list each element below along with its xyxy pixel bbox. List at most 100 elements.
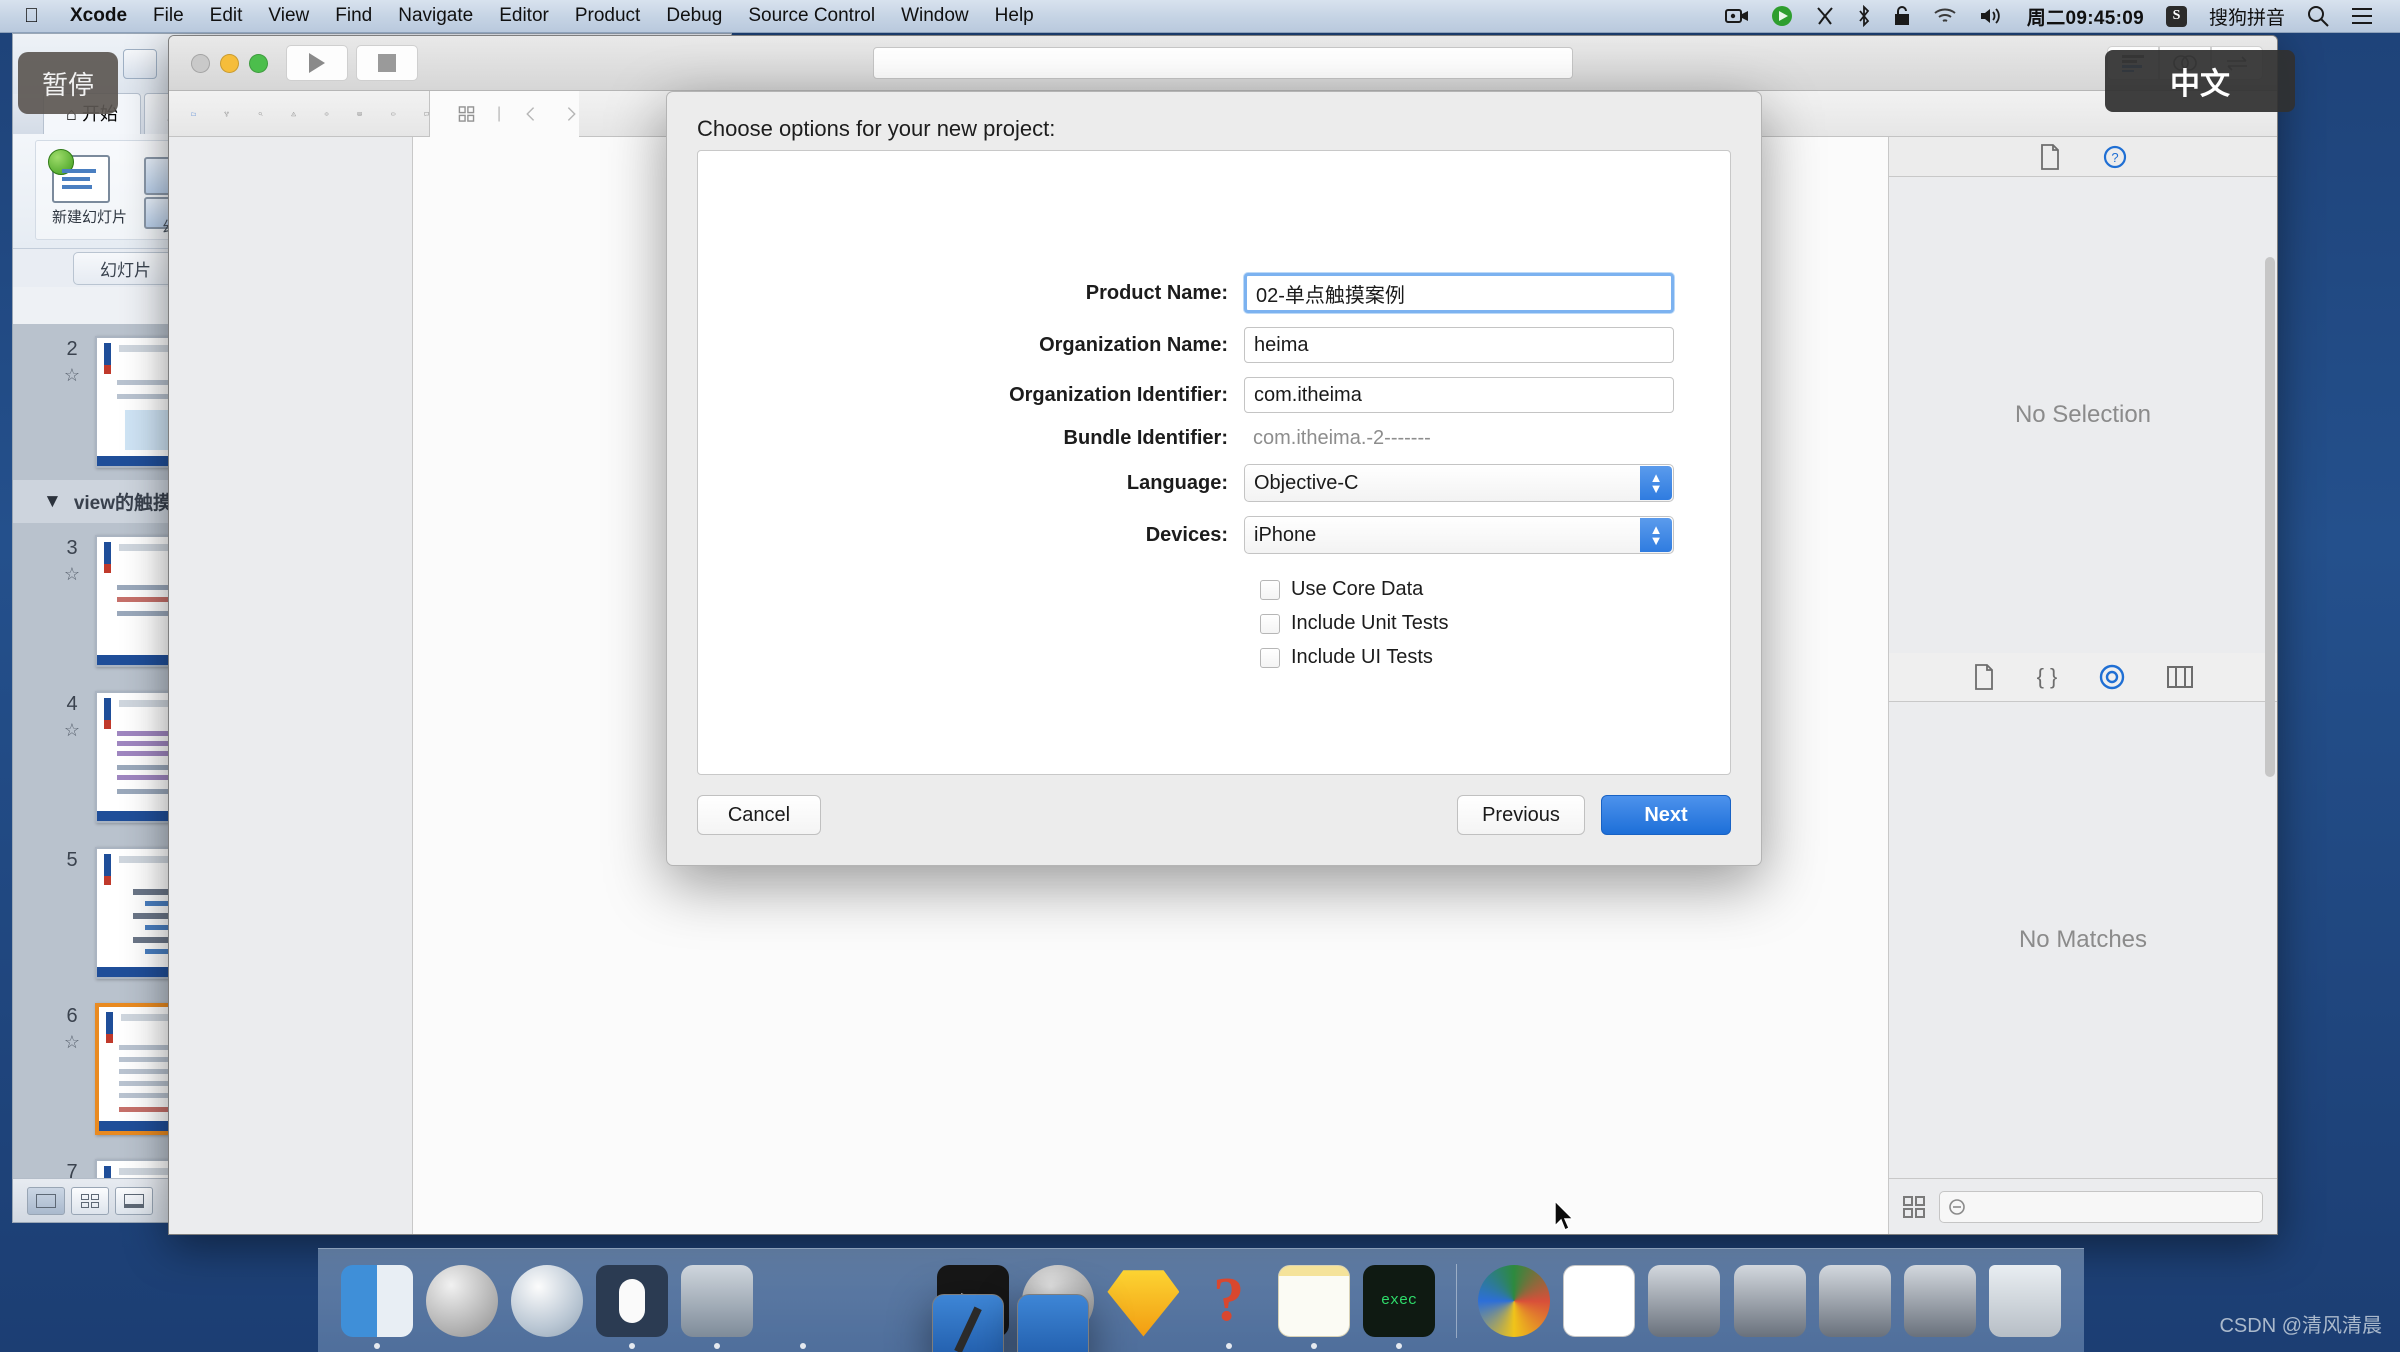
dock-item-pcloud[interactable]: ?	[1190, 1259, 1267, 1349]
source-control-navigator-icon[interactable]	[224, 103, 230, 125]
normal-view-icon[interactable]	[27, 1186, 65, 1215]
scissors-icon[interactable]	[1804, 6, 1846, 26]
green-play-icon[interactable]	[1760, 5, 1804, 27]
stop-button[interactable]	[356, 45, 418, 81]
dock-item-min-window-3[interactable]	[1816, 1259, 1893, 1343]
menu-item-xcode[interactable]: Xcode	[57, 5, 140, 27]
lock-icon[interactable]	[1882, 5, 1922, 27]
xcode-titlebar[interactable]	[169, 36, 2277, 91]
inspector-scrollbar[interactable]	[2265, 257, 2275, 777]
minimize-button[interactable]	[220, 53, 239, 73]
file-template-library-icon[interactable]	[1973, 664, 1995, 690]
disclosure-triangle-icon[interactable]: ▼	[43, 491, 62, 513]
new-project-options-sheet[interactable]: Choose options for your new project: Pro…	[666, 91, 1762, 866]
input-method-badge[interactable]: S	[2155, 5, 2198, 27]
organization-name-input[interactable]: heima	[1244, 327, 1674, 363]
xcode-navigator-pane[interactable]	[169, 137, 413, 1234]
xcode-window[interactable]: | ? No Selection { } No Matches Choose o…	[168, 35, 2278, 1235]
find-navigator-icon[interactable]	[258, 103, 263, 125]
breakpoint-navigator-icon[interactable]	[390, 103, 396, 125]
next-button[interactable]: Next	[1601, 795, 1731, 835]
file-inspector-icon[interactable]	[2039, 143, 2061, 170]
include-unit-tests-checkbox[interactable]	[1260, 613, 1280, 634]
dock-item-notes[interactable]	[1275, 1259, 1352, 1349]
menu-bar-status-items[interactable]: 周二09:45:09 S 搜狗拼音	[1714, 3, 2400, 30]
devices-stepper-icon[interactable]: ▲ ▼	[1640, 518, 1672, 552]
ppt-slides-pill[interactable]: 幻灯片	[73, 251, 178, 285]
menu-item-help[interactable]: Help	[982, 5, 1047, 27]
dock-item-mouse-app[interactable]	[594, 1259, 671, 1349]
wifi-icon[interactable]	[1922, 7, 1968, 25]
dock-item-launchpad[interactable]	[423, 1259, 500, 1343]
checkbox-row-use-core-data[interactable]: Use Core Data	[1260, 578, 1730, 601]
debug-navigator-icon[interactable]	[357, 103, 363, 125]
menu-item-source-control[interactable]: Source Control	[735, 5, 888, 27]
dock[interactable]: >_ ? exec	[318, 1248, 2084, 1352]
slide-sorter-icon[interactable]	[71, 1186, 109, 1215]
ppt-save-icon[interactable]	[123, 49, 157, 79]
menu-item-find[interactable]: Find	[322, 5, 385, 27]
previous-button[interactable]: Previous	[1457, 795, 1585, 835]
code-snippet-library-icon[interactable]: { }	[2037, 664, 2058, 690]
dock-item-document[interactable]	[1561, 1259, 1638, 1343]
cancel-button[interactable]: Cancel	[697, 795, 821, 835]
dock-item-sketch[interactable]	[1105, 1259, 1182, 1343]
dock-item-min-window-4[interactable]	[1902, 1259, 1979, 1343]
video-camera-icon[interactable]	[1714, 8, 1760, 24]
notification-center-icon[interactable]	[2340, 7, 2384, 25]
dock-item-safari[interactable]	[508, 1259, 585, 1343]
inspector-selector-bar[interactable]: ?	[1889, 137, 2277, 177]
pause-badge[interactable]: 暂停	[18, 52, 118, 114]
bluetooth-icon[interactable]	[1846, 5, 1882, 27]
report-navigator-icon[interactable]	[424, 103, 429, 125]
object-library-icon[interactable]	[2099, 664, 2125, 690]
devices-select[interactable]: iPhone ▲ ▼	[1244, 516, 1674, 554]
media-library-icon[interactable]	[2167, 666, 2194, 688]
dock-item-min-window-2[interactable]	[1731, 1259, 1808, 1343]
menu-item-edit[interactable]: Edit	[197, 5, 256, 27]
quick-help-inspector-icon[interactable]: ?	[2103, 145, 2127, 169]
run-button[interactable]	[286, 45, 348, 81]
dock-item-exec[interactable]: exec	[1360, 1259, 1437, 1349]
menu-item-editor[interactable]: Editor	[486, 5, 562, 27]
navigator-selector-bar[interactable]	[169, 103, 429, 125]
library-selector-bar[interactable]: { }	[1889, 653, 2277, 701]
menu-item-window[interactable]: Window	[888, 5, 982, 27]
menu-bar-clock[interactable]: 周二09:45:09	[2016, 3, 2155, 30]
search-icon[interactable]	[2296, 5, 2340, 27]
menu-item-file[interactable]: File	[140, 5, 197, 27]
menu-item-product[interactable]: Product	[562, 5, 653, 27]
related-files-icon[interactable]	[458, 103, 475, 125]
menu-item-view[interactable]: View	[255, 5, 322, 27]
dock-item-photos[interactable]	[1475, 1259, 1552, 1343]
use-core-data-checkbox[interactable]	[1260, 579, 1280, 600]
zoom-button[interactable]	[249, 53, 268, 73]
dock-item-trash[interactable]	[1987, 1259, 2064, 1343]
include-ui-tests-checkbox[interactable]	[1260, 647, 1280, 668]
back-chevron-icon[interactable]	[523, 103, 540, 125]
product-name-input[interactable]: 02-单点触摸案例	[1244, 273, 1674, 313]
forward-chevron-icon[interactable]	[562, 103, 579, 125]
apple-icon[interactable]: 	[24, 6, 39, 26]
issue-navigator-icon[interactable]	[290, 103, 296, 125]
library-grid-icon[interactable]	[1903, 1195, 1925, 1218]
reading-view-icon[interactable]	[115, 1186, 153, 1215]
dock-item-finder[interactable]	[338, 1259, 415, 1349]
xcode-inspector-pane[interactable]: ? No Selection { } No Matches	[1889, 137, 2277, 1234]
menu-bar[interactable]:  Xcode File Edit View Find Navigate Edi…	[0, 0, 2400, 33]
menu-item-navigate[interactable]: Navigate	[385, 5, 486, 27]
organization-identifier-input[interactable]: com.itheima	[1244, 377, 1674, 413]
library-search-input[interactable]	[1939, 1190, 2263, 1223]
language-stepper-icon[interactable]: ▲ ▼	[1640, 466, 1672, 500]
project-navigator-icon[interactable]	[191, 103, 197, 125]
test-navigator-icon[interactable]	[324, 103, 329, 125]
dock-item-min-window-1[interactable]	[1646, 1259, 1723, 1343]
input-method-label[interactable]: 搜狗拼音	[2198, 3, 2296, 30]
dock-item-xcode-beta[interactable]	[849, 1259, 1090, 1352]
dock-item-xcode[interactable]	[764, 1259, 1005, 1352]
menu-item-debug[interactable]: Debug	[653, 5, 735, 27]
language-select[interactable]: Objective-C ▲ ▼	[1244, 464, 1674, 502]
close-button[interactable]	[191, 53, 210, 73]
checkbox-row-include-unit-tests[interactable]: Include Unit Tests	[1260, 612, 1730, 635]
library-search-bar[interactable]	[1889, 1178, 2277, 1234]
